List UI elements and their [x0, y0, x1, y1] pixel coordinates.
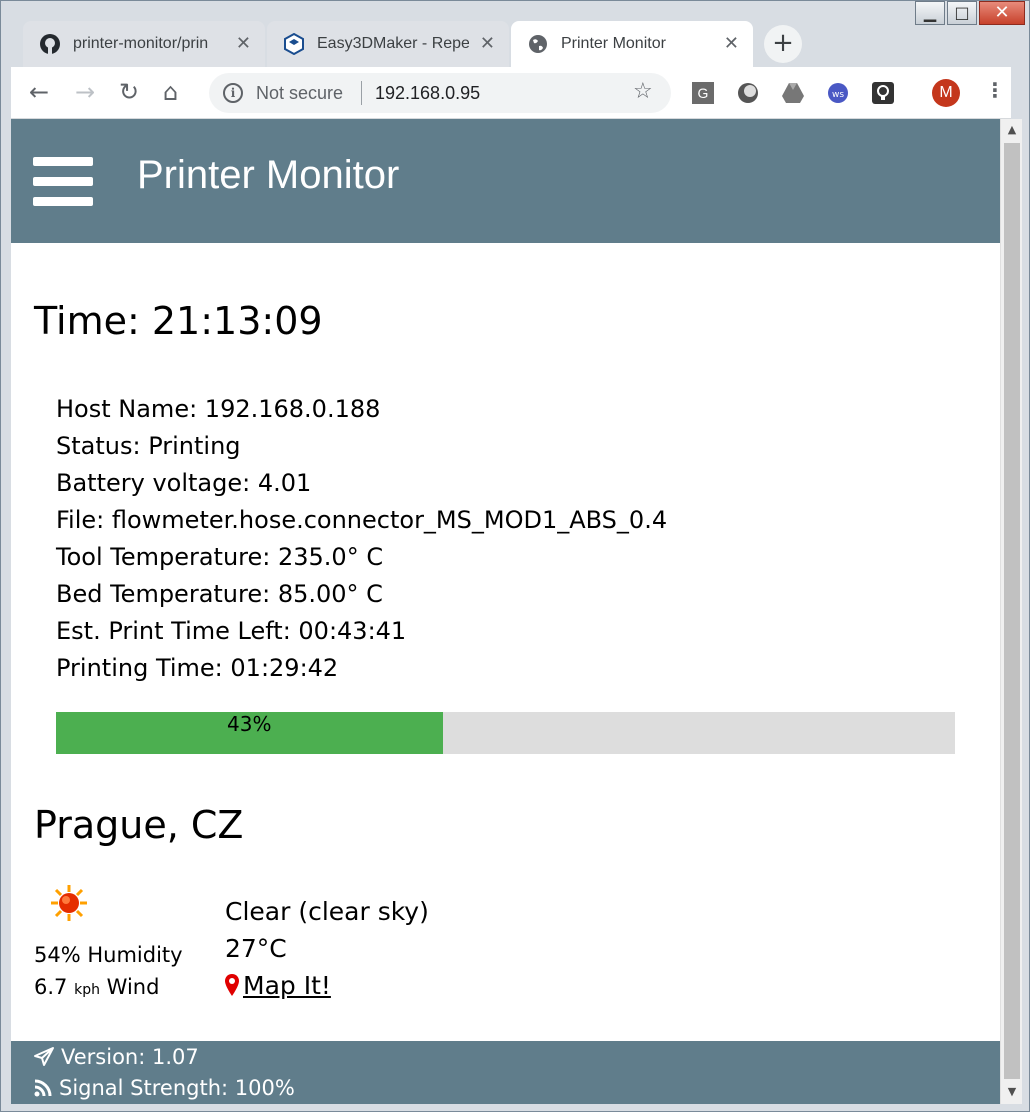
- tab-github[interactable]: printer-monitor/prin ✕: [23, 21, 265, 67]
- app-footer: Version: 1.07 Signal Strength: 100%: [11, 1041, 1000, 1104]
- scroll-down-icon[interactable]: ▼: [1001, 1085, 1023, 1098]
- browser-window: ▁ □ ✕ printer-monitor/prin ✕ Easy3DMaker…: [0, 0, 1030, 1112]
- extension-bulb-icon[interactable]: [871, 81, 895, 105]
- home-button[interactable]: ⌂: [163, 79, 178, 105]
- address-bar[interactable]: i Not secure 192.168.0.95 ☆: [209, 73, 671, 113]
- tab-printer-monitor[interactable]: Printer Monitor ✕: [511, 21, 753, 67]
- bed-temperature-line: Bed Temperature: 85.00° C: [56, 580, 383, 608]
- cube-icon: [283, 33, 305, 55]
- back-button[interactable]: ←: [29, 79, 49, 105]
- new-tab-button[interactable]: +: [764, 25, 802, 63]
- wind-text: 6.7 kph Wind: [34, 975, 159, 999]
- hamburger-menu-icon[interactable]: [33, 157, 93, 207]
- tab-title: Printer Monitor: [561, 35, 666, 52]
- profile-avatar[interactable]: M: [932, 79, 960, 107]
- signal-text: Signal Strength: 100%: [59, 1076, 295, 1100]
- wind-value: 6.7: [34, 975, 68, 999]
- weather-condition: Clear (clear sky): [225, 897, 429, 926]
- wind-label: Wind: [106, 975, 160, 999]
- print-time-left-line: Est. Print Time Left: 00:43:41: [56, 617, 407, 645]
- tab-strip: printer-monitor/prin ✕ Easy3DMaker - Rep…: [11, 19, 1011, 67]
- globe-icon: [527, 33, 549, 55]
- version-text: Version: 1.07: [61, 1045, 199, 1069]
- current-time: Time: 21:13:09: [34, 299, 323, 343]
- browser-toolbar: ← → ↻ ⌂ i Not secure 192.168.0.95 ☆ G ws…: [11, 67, 1011, 119]
- paper-plane-icon: [34, 1047, 54, 1066]
- printer-info-list: Host Name: 192.168.0.188 Status: Printin…: [56, 391, 667, 687]
- status-line: Status: Printing: [56, 432, 241, 460]
- map-it-label[interactable]: Map It!: [243, 971, 331, 1000]
- file-line: File: flowmeter.hose.connector_MS_MOD1_A…: [56, 506, 668, 534]
- app-header: Printer Monitor: [11, 119, 1000, 243]
- rss-signal-icon: [34, 1079, 52, 1097]
- tab-close-icon[interactable]: ✕: [480, 33, 495, 54]
- extension-circle-icon[interactable]: [736, 81, 760, 105]
- weather-temperature: 27°C: [225, 934, 287, 963]
- info-icon[interactable]: i: [223, 83, 243, 103]
- signal-line: Signal Strength: 100%: [33, 1076, 295, 1100]
- extension-g-icon[interactable]: G: [691, 81, 715, 105]
- weather-city: Prague, CZ: [34, 803, 244, 847]
- map-it-link[interactable]: Map It!: [225, 971, 331, 1000]
- print-progress-bar: 43%: [56, 712, 955, 754]
- page-title: Printer Monitor: [137, 153, 400, 197]
- tab-close-icon[interactable]: ✕: [236, 33, 251, 54]
- humidity-text: 54% Humidity: [34, 943, 183, 967]
- svg-text:ws: ws: [832, 90, 844, 100]
- scroll-up-icon[interactable]: ▲: [1001, 123, 1023, 136]
- google-drive-icon[interactable]: [781, 81, 805, 105]
- forward-button[interactable]: →: [75, 79, 95, 105]
- page-viewport: Printer Monitor Time: 21:13:09 Host Name…: [11, 119, 1000, 1104]
- bookmark-star-icon[interactable]: ☆: [633, 79, 653, 104]
- tab-easy3dmaker[interactable]: Easy3DMaker - Repe ✕: [267, 21, 509, 67]
- vertical-scrollbar[interactable]: ▲ ▼: [1000, 119, 1022, 1104]
- version-line: Version: 1.07: [33, 1045, 199, 1069]
- tab-close-icon[interactable]: ✕: [724, 33, 739, 54]
- extension-ws-icon[interactable]: ws: [826, 81, 850, 105]
- github-icon: [39, 33, 61, 55]
- progress-label: 43%: [227, 712, 272, 736]
- tool-temperature-line: Tool Temperature: 235.0° C: [56, 543, 384, 571]
- address-separator: [361, 81, 362, 105]
- security-label[interactable]: Not secure: [256, 83, 343, 104]
- wind-unit: kph: [74, 982, 100, 998]
- host-name-line: Host Name: 192.168.0.188: [56, 395, 381, 423]
- url-text[interactable]: 192.168.0.95: [375, 83, 480, 104]
- sun-icon: [49, 883, 89, 923]
- battery-voltage-line: Battery voltage: 4.01: [56, 469, 312, 497]
- scrollbar-thumb[interactable]: [1004, 143, 1020, 1079]
- reload-button[interactable]: ↻: [119, 79, 139, 105]
- svg-text:G: G: [698, 85, 709, 101]
- printing-time-line: Printing Time: 01:29:42: [56, 654, 339, 682]
- tab-title: Easy3DMaker - Repe: [317, 35, 469, 52]
- browser-menu-icon[interactable]: ⋮: [985, 78, 1005, 102]
- map-marker-icon: [225, 973, 239, 998]
- tab-title: printer-monitor/prin: [73, 35, 209, 52]
